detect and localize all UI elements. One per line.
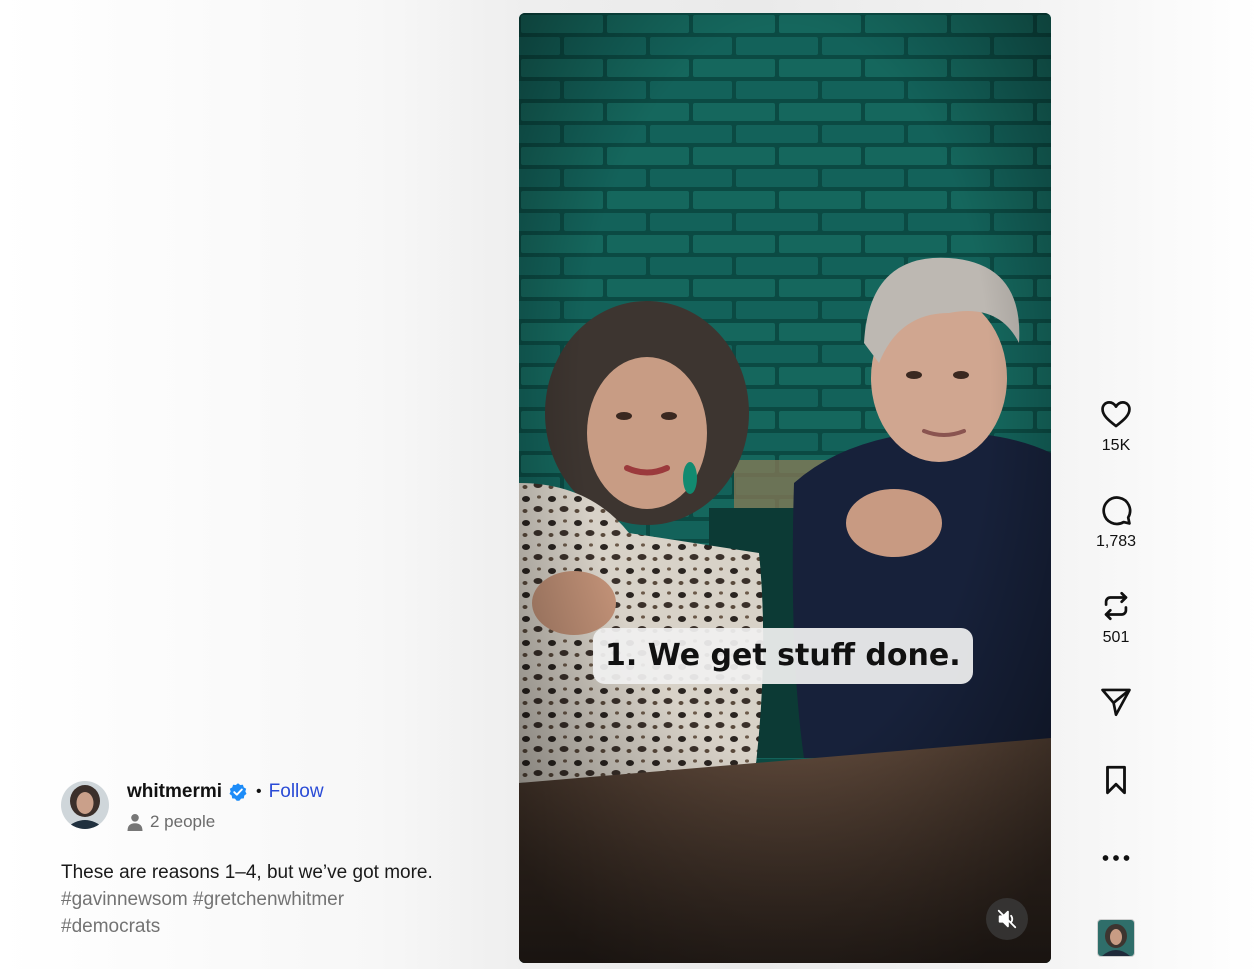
comment-count: 1,783 xyxy=(1095,533,1137,550)
author-username[interactable]: whitmermi xyxy=(127,781,222,803)
audio-thumbnail[interactable] xyxy=(1097,919,1135,957)
mute-toggle-button[interactable] xyxy=(986,898,1028,940)
hashtag-row: #democrats xyxy=(61,913,491,940)
person-icon xyxy=(127,814,143,831)
hashtag-link[interactable]: #gretchenwhitmer xyxy=(193,889,344,910)
post-caption: These are reasons 1–4, but we’ve got mor… xyxy=(61,859,491,940)
avatar[interactable] xyxy=(61,781,109,829)
video-player[interactable]: 1. We get stuff done. xyxy=(519,13,1051,963)
save-button[interactable] xyxy=(1091,763,1141,797)
repost-button[interactable]: 501 xyxy=(1091,589,1141,647)
send-icon xyxy=(1101,688,1131,717)
heart-icon xyxy=(1101,401,1131,428)
tagged-people-count: 2 people xyxy=(150,812,216,831)
share-button[interactable] xyxy=(1091,685,1141,719)
hashtag-row: #gavinnewsom #gretchenwhitmer xyxy=(61,886,491,913)
hashtag-link[interactable]: #gavinnewsom xyxy=(61,889,188,910)
like-count: 15K xyxy=(1101,437,1131,454)
tagged-people-link[interactable]: 2 people xyxy=(127,812,215,832)
follow-button[interactable]: Follow xyxy=(269,781,324,803)
author-name-row: whitmermi • Follow xyxy=(127,780,324,804)
video-frame xyxy=(519,13,1051,963)
verified-badge-icon xyxy=(228,782,248,802)
bookmark-icon xyxy=(1106,765,1126,795)
avatar-image xyxy=(61,781,109,829)
hashtag-link[interactable]: #democrats xyxy=(61,916,160,937)
speaker-muted-icon xyxy=(997,909,1017,929)
audio-thumbnail-image xyxy=(1098,920,1134,956)
post-caption-text: These are reasons 1–4, but we’ve got mor… xyxy=(61,862,433,883)
video-caption-overlay: 1. We get stuff done. xyxy=(593,628,973,684)
more-icon xyxy=(1102,855,1130,861)
like-button[interactable]: 15K xyxy=(1091,397,1141,455)
comment-icon xyxy=(1102,496,1132,526)
action-rail: 15K 1,783 501 xyxy=(1091,0,1141,969)
comment-button[interactable]: 1,783 xyxy=(1091,493,1141,551)
name-separator: • xyxy=(256,783,262,800)
more-options-button[interactable] xyxy=(1091,845,1141,871)
repost-icon xyxy=(1104,591,1128,621)
repost-count: 501 xyxy=(1102,629,1130,646)
